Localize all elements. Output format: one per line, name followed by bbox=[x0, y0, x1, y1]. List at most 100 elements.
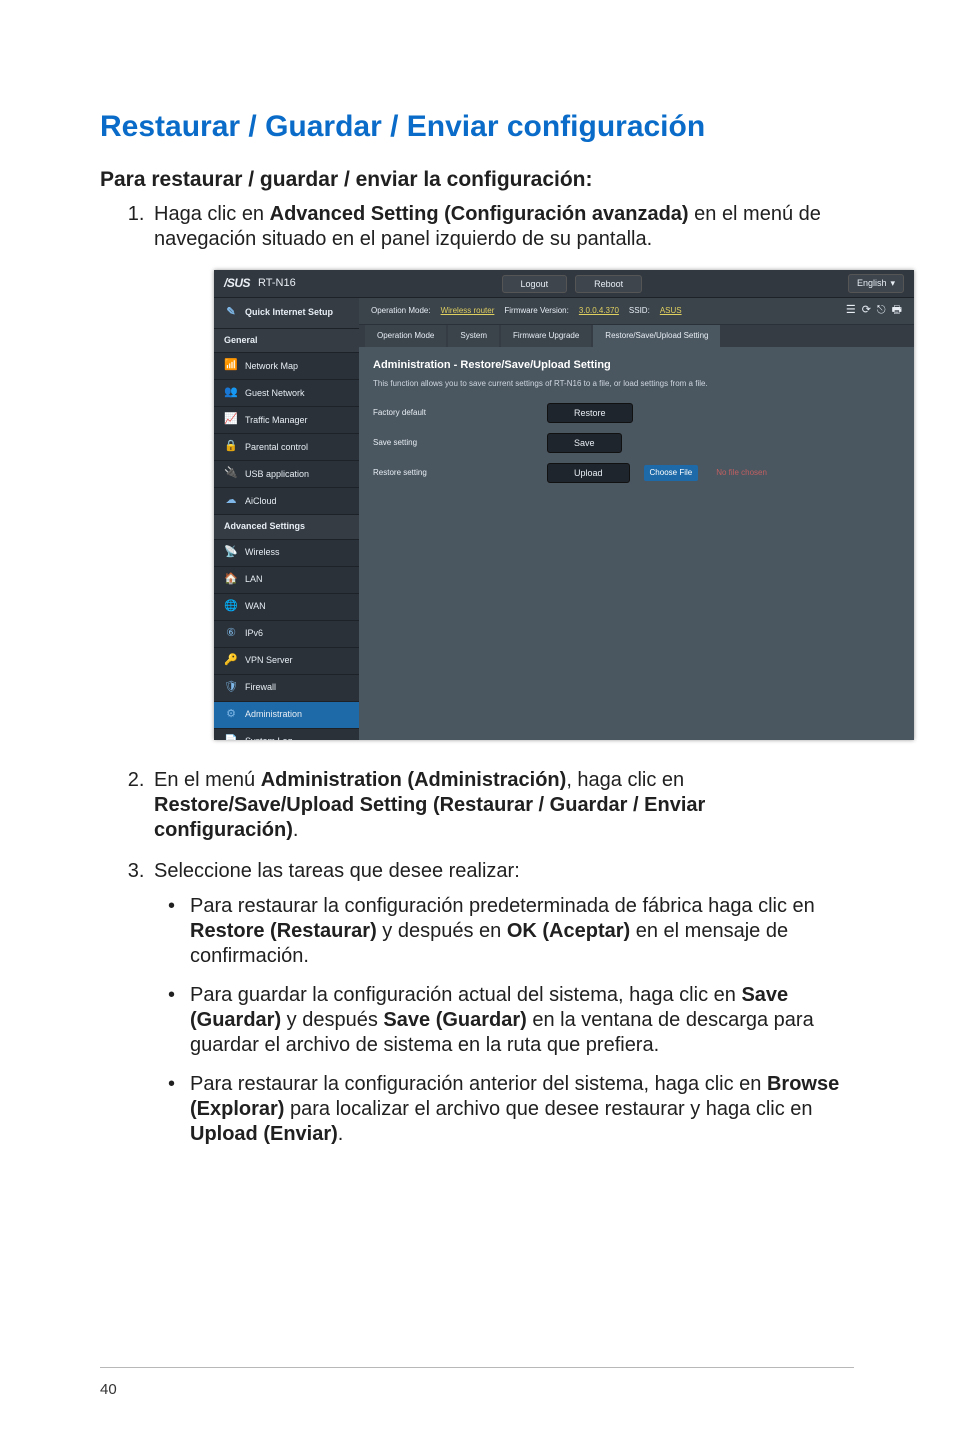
sidebar-item-label: USB application bbox=[245, 469, 309, 480]
sidebar-item[interactable]: 🌐 WAN bbox=[214, 594, 359, 621]
opmode-label: Operation Mode: bbox=[371, 306, 431, 316]
b3post: . bbox=[338, 1123, 344, 1145]
reboot-button[interactable]: Reboot bbox=[575, 275, 642, 293]
sidebar-item-label: Firewall bbox=[245, 682, 276, 693]
sidebar-item[interactable]: 📄System Log bbox=[214, 729, 359, 741]
sidebar-icon: ⑥ bbox=[224, 627, 238, 641]
model-label: RT-N16 bbox=[258, 277, 296, 291]
panel-desc: This function allows you to save current… bbox=[373, 379, 900, 389]
sidebar-item[interactable]: 🔑VPN Server bbox=[214, 648, 359, 675]
step-3: Seleccione las tareas que desee realizar… bbox=[150, 859, 854, 1147]
b1a: Para restaurar la configuración predeter… bbox=[190, 895, 815, 917]
ssid-value[interactable]: ASUS bbox=[660, 306, 682, 316]
sidebar-qis[interactable]: ✎ Quick Internet Setup bbox=[214, 298, 359, 329]
router-screenshot: /SUS RT-N16 Logout Reboot English ▾ ✎ Qu… bbox=[214, 270, 854, 740]
sidebar: ✎ Quick Internet Setup General 📶Network … bbox=[214, 298, 359, 740]
toolbar-icon[interactable]: 🖶 bbox=[892, 304, 902, 318]
main-panel: Operation Mode: Wireless router Firmware… bbox=[359, 298, 914, 740]
upload-button[interactable]: Upload bbox=[547, 463, 630, 483]
step3-text: Seleccione las tareas que desee realizar… bbox=[154, 860, 520, 882]
sidebar-icon: 🛡 bbox=[224, 681, 238, 695]
sidebar-item-label: LAN bbox=[245, 574, 263, 585]
footer-divider bbox=[100, 1367, 854, 1368]
sidebar-icon: 🔌 bbox=[224, 467, 238, 481]
sidebar-item-label: AiCloud bbox=[245, 496, 277, 507]
b3b2: Upload (Enviar) bbox=[190, 1123, 338, 1145]
sidebar-item[interactable]: ⑥IPv6 bbox=[214, 621, 359, 648]
sidebar-item-label: Traffic Manager bbox=[245, 415, 308, 426]
sidebar-icon: 📶 bbox=[224, 359, 238, 373]
sidebar-header-advanced: Advanced Settings bbox=[214, 515, 359, 539]
step2-b1: Administration (Administración) bbox=[261, 769, 567, 791]
sidebar-item[interactable]: 🏠 LAN bbox=[214, 567, 359, 594]
toolbar-icon[interactable]: ⟳ bbox=[862, 304, 871, 318]
sidebar-item-label: WAN bbox=[245, 601, 266, 612]
fw-label: Firmware Version: bbox=[504, 306, 568, 316]
task-restore-previous: Para restaurar la configuración anterior… bbox=[154, 1072, 854, 1147]
sidebar-icon: 🏠 bbox=[224, 573, 238, 587]
row-save-setting: Save setting Save bbox=[373, 433, 900, 453]
tab-system[interactable]: System bbox=[448, 325, 499, 347]
row-factory-default: Factory default Restore bbox=[373, 403, 900, 423]
sidebar-icon: 🌐 bbox=[224, 600, 238, 614]
sidebar-item[interactable]: 📈 Traffic Manager bbox=[214, 407, 359, 434]
sidebar-item[interactable]: 🔌 USB application bbox=[214, 461, 359, 488]
sidebar-item[interactable]: 🔒Parental control bbox=[214, 434, 359, 461]
language-select[interactable]: English ▾ bbox=[848, 274, 904, 293]
sidebar-item[interactable]: 🛡 Firewall bbox=[214, 675, 359, 702]
instruction-list: Haga clic en Advanced Setting (Configura… bbox=[150, 202, 854, 1147]
sidebar-item[interactable]: ⚙Administration bbox=[214, 702, 359, 729]
sidebar-item-label: System Log bbox=[245, 736, 293, 740]
sidebar-icon: 👥 bbox=[224, 386, 238, 400]
router-window: /SUS RT-N16 Logout Reboot English ▾ ✎ Qu… bbox=[214, 270, 914, 740]
tab-bar: Operation Mode System Firmware Upgrade R… bbox=[359, 325, 914, 347]
sidebar-icon: 📡 bbox=[224, 546, 238, 560]
chevron-down-icon: ▾ bbox=[890, 278, 895, 289]
sidebar-item[interactable]: 📡Wireless bbox=[214, 540, 359, 567]
fw-value[interactable]: 3.0.0.4.370 bbox=[579, 306, 619, 316]
b2b2: Save (Guardar) bbox=[383, 1009, 526, 1031]
b2a: Para guardar la configuración actual del… bbox=[190, 984, 741, 1006]
b1b2: OK (Aceptar) bbox=[507, 920, 630, 942]
brand-logo: /SUS bbox=[224, 276, 250, 291]
info-bar: Operation Mode: Wireless router Firmware… bbox=[359, 298, 914, 325]
step-2: En el menú Administration (Administració… bbox=[150, 768, 854, 843]
tab-operation-mode[interactable]: Operation Mode bbox=[365, 325, 446, 347]
step2-mid: , haga clic en bbox=[566, 769, 684, 791]
b3mid: para localizar el archivo que desee rest… bbox=[284, 1098, 812, 1120]
row-restore-setting: Restore setting Upload Choose File No fi… bbox=[373, 463, 900, 483]
sidebar-item-label: Parental control bbox=[245, 442, 308, 453]
task-restore-default: Para restaurar la configuración predeter… bbox=[154, 894, 854, 969]
logout-button[interactable]: Logout bbox=[502, 275, 568, 293]
ssid-label: SSID: bbox=[629, 306, 650, 316]
step1-pre: Haga clic en bbox=[154, 203, 270, 225]
sidebar-icon: ☁ bbox=[224, 494, 238, 508]
save-button[interactable]: Save bbox=[547, 433, 622, 453]
opmode-value[interactable]: Wireless router bbox=[441, 306, 495, 316]
toolbar-icon[interactable]: ⎋ bbox=[877, 304, 886, 318]
restore-button[interactable]: Restore bbox=[547, 403, 633, 423]
b1b1: Restore (Restaurar) bbox=[190, 920, 377, 942]
sidebar-item-label: Guest Network bbox=[245, 388, 305, 399]
router-topbar: /SUS RT-N16 Logout Reboot English ▾ bbox=[214, 270, 914, 298]
no-file-label: No file chosen bbox=[716, 468, 767, 478]
choose-file-button[interactable]: Choose File bbox=[644, 465, 699, 481]
page-title: Restaurar / Guardar / Enviar configuraci… bbox=[100, 110, 854, 144]
tab-firmware[interactable]: Firmware Upgrade bbox=[501, 325, 591, 347]
step2-post: . bbox=[293, 819, 299, 841]
step1-bold: Advanced Setting (Configuración avanzada… bbox=[270, 203, 689, 225]
router-body: ✎ Quick Internet Setup General 📶Network … bbox=[214, 298, 914, 740]
section-subhead: Para restaurar / guardar / enviar la con… bbox=[100, 168, 854, 192]
toolbar-icon[interactable]: ☰ bbox=[846, 304, 856, 318]
sidebar-icon: 📈 bbox=[224, 413, 238, 427]
b2mid: y después bbox=[281, 1009, 383, 1031]
tab-restore-save-upload[interactable]: Restore/Save/Upload Setting bbox=[593, 325, 720, 347]
sidebar-item[interactable]: ☁ AiCloud bbox=[214, 488, 359, 515]
sidebar-header-general: General bbox=[214, 329, 359, 353]
sidebar-item[interactable]: 📶Network Map bbox=[214, 353, 359, 380]
task-save-current: Para guardar la configuración actual del… bbox=[154, 983, 854, 1058]
sidebar-item[interactable]: 👥 Guest Network bbox=[214, 380, 359, 407]
sidebar-icon: ⚙ bbox=[224, 708, 238, 722]
sidebar-qis-label: Quick Internet Setup bbox=[245, 307, 333, 318]
b3a: Para restaurar la configuración anterior… bbox=[190, 1073, 767, 1095]
